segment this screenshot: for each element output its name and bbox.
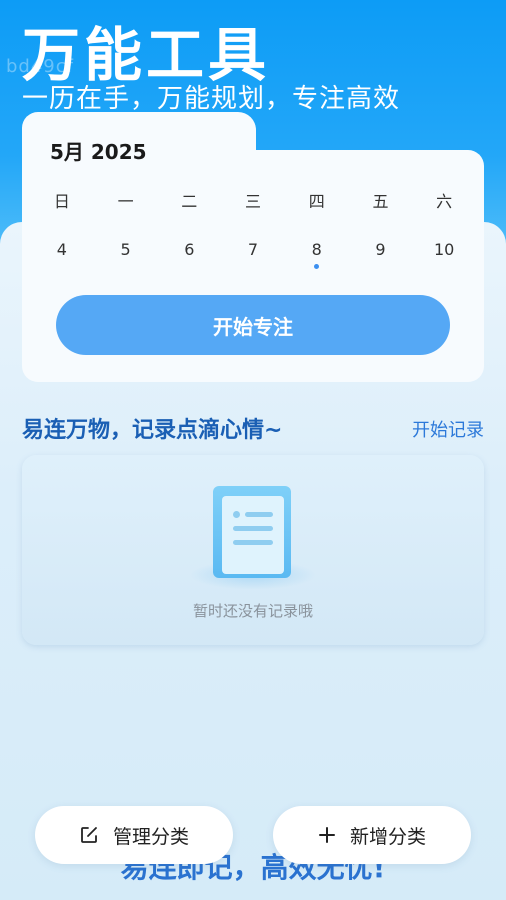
calendar-day[interactable]: 4 bbox=[30, 240, 94, 259]
calendar-day[interactable]: 5 bbox=[94, 240, 158, 259]
app-subtitle: 一历在手，万能规划，专注高效 bbox=[22, 84, 401, 114]
start-record-link[interactable]: 开始记录 bbox=[412, 416, 484, 442]
records-section-title: 易连万物，记录点滴心情~ bbox=[22, 418, 283, 443]
calendar-day-today[interactable]: 8 bbox=[285, 240, 349, 269]
weekday-label: 一 bbox=[117, 192, 134, 211]
calendar-weekday-row: 日 一 二 三 四 五 六 bbox=[30, 188, 476, 212]
empty-state-text: 暂时还没有记录哦 bbox=[192, 602, 313, 620]
calendar-day[interactable]: 10 bbox=[412, 240, 476, 259]
manage-category-button[interactable]: 管理分类 bbox=[35, 806, 233, 864]
weekday-label: 四 bbox=[308, 192, 325, 211]
add-category-label: 新增分类 bbox=[349, 825, 426, 848]
calendar-day[interactable]: 9 bbox=[349, 240, 413, 259]
weekday-label: 日 bbox=[53, 192, 70, 211]
weekday-label: 五 bbox=[372, 192, 389, 211]
plus-icon bbox=[318, 826, 336, 844]
calendar-tab-corner bbox=[196, 112, 256, 152]
start-focus-button[interactable]: 开始专注 bbox=[56, 295, 450, 355]
add-category-button[interactable]: 新增分类 bbox=[273, 806, 471, 864]
weekday-label: 六 bbox=[436, 192, 453, 211]
calendar-day[interactable]: 6 bbox=[157, 240, 221, 259]
calendar-day-number: 8 bbox=[311, 240, 322, 259]
calendar-day-row: 4 5 6 7 8 9 10 bbox=[30, 240, 476, 269]
calendar-day[interactable]: 7 bbox=[221, 240, 285, 259]
weekday-label: 二 bbox=[181, 192, 198, 211]
manage-category-label: 管理分类 bbox=[112, 825, 189, 848]
weekday-label: 三 bbox=[245, 192, 262, 211]
calendar-month-label[interactable]: 5月 2025 bbox=[50, 136, 147, 165]
edit-icon bbox=[79, 825, 99, 845]
